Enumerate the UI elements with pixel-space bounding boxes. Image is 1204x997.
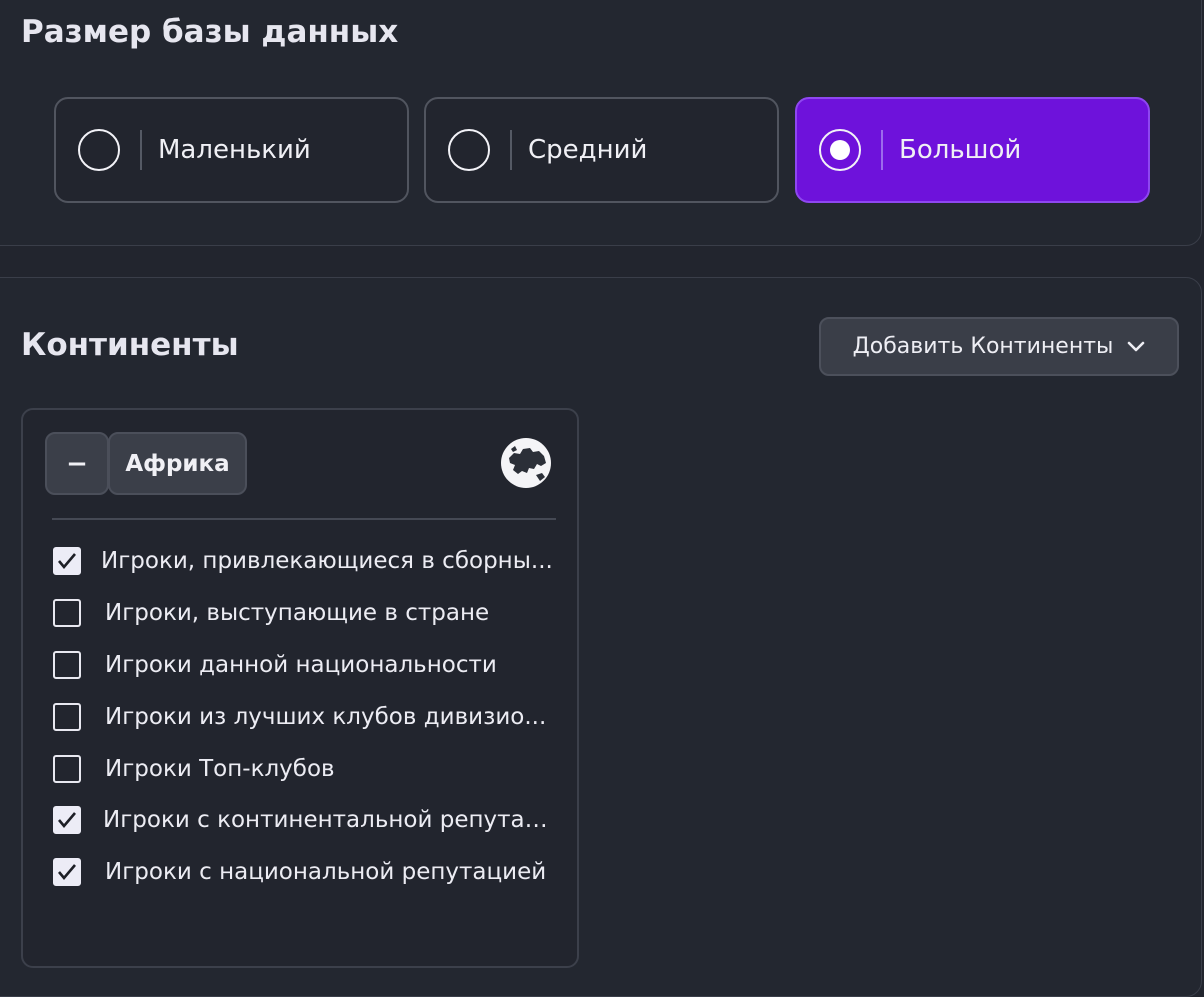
radio-circle-icon [448,129,490,171]
radio-selected-icon [819,129,861,171]
checkbox[interactable] [53,858,81,886]
radio-separator [881,130,883,170]
radio-size-medium[interactable]: Средний [424,97,779,203]
radio-label-large: Большой [899,135,1022,165]
globe-europe-icon [501,438,551,488]
remove-continent-button[interactable]: − [45,432,109,495]
checkbox[interactable] [53,547,81,575]
checkmark-icon [58,812,76,829]
checkbox-label: Игроки, выступающие в стране [105,600,490,626]
checkbox-label: Игроки с континентальной репутац... [103,807,558,833]
continent-name-badge: Африка [108,432,247,495]
checkbox-label: Игроки из лучших клубов дивизио... [105,704,547,730]
radio-separator [140,130,142,170]
add-continents-label: Добавить Континенты [852,334,1114,359]
checkbox-row-continental-reputation[interactable]: Игроки с континентальной репутац... [53,806,558,834]
checkbox[interactable] [53,599,81,627]
checkbox-row-national-reputation[interactable]: Игроки с национальной репутацией [53,858,546,886]
checkbox-label: Игроки с национальной репутацией [105,859,547,885]
radio-label-medium: Средний [528,135,648,165]
continent-card-africa: − Африка Игроки, привлекающиеся в сборны… [21,408,579,968]
checkbox-label: Игроки данной национальности [105,652,497,678]
radio-circle-icon [78,129,120,171]
checkbox[interactable] [53,651,81,679]
add-continents-dropdown[interactable]: Добавить Континенты [819,317,1179,376]
checkbox-label: Игроки, привлекающиеся в сборны... [101,548,553,574]
card-divider [52,518,556,520]
checkmark-icon [58,864,76,881]
checkbox-row-playing-in-country[interactable]: Игроки, выступающие в стране [53,599,489,627]
radio-size-small[interactable]: Маленький [54,97,409,203]
radio-separator [510,130,512,170]
checkmark-icon [58,553,76,570]
checkbox-row-top-division-clubs[interactable]: Игроки из лучших клубов дивизио... [53,703,546,731]
chevron-down-icon [1128,341,1145,351]
checkbox[interactable] [53,755,81,783]
database-size-title: Размер базы данных [21,14,399,50]
continents-title: Континенты [21,327,239,363]
checkbox-row-national-team[interactable]: Игроки, привлекающиеся в сборны... [53,547,553,575]
radio-size-large[interactable]: Большой [795,97,1150,203]
checkbox-label: Игроки Топ-клубов [105,756,335,782]
radio-label-small: Маленький [158,135,311,165]
checkbox[interactable] [53,806,81,834]
checkbox[interactable] [53,703,81,731]
checkbox-row-top-clubs[interactable]: Игроки Топ-клубов [53,755,335,783]
checkbox-row-nationality[interactable]: Игроки данной национальности [53,651,497,679]
